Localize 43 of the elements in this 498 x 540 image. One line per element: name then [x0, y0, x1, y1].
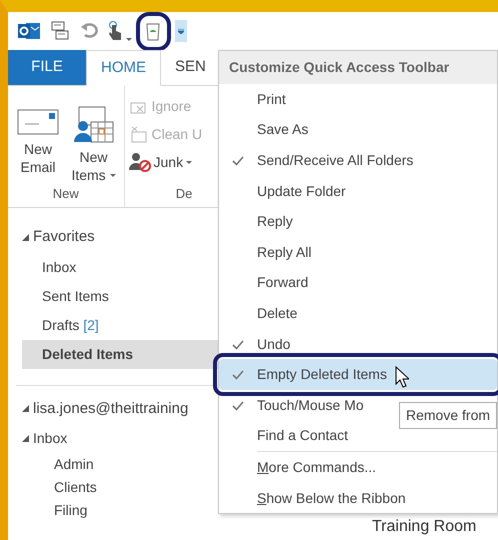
reading-pane-text: Training Room	[372, 516, 476, 536]
checkmark-icon	[232, 340, 244, 350]
menu-item[interactable]: Reply All	[219, 236, 497, 268]
clean-up-icon	[128, 125, 148, 143]
touch-hand-icon[interactable]	[108, 21, 122, 41]
undo-icon[interactable]	[80, 22, 98, 40]
menu-item[interactable]: Empty Deleted Items	[219, 359, 497, 390]
menu-item[interactable]: Reply	[219, 206, 497, 237]
expanded-triangle-icon[interactable]	[22, 234, 29, 241]
section-heading[interactable]: Favorites	[33, 226, 95, 248]
expanded-triangle-icon[interactable]	[22, 435, 29, 442]
caret-icon	[126, 38, 132, 41]
menu-item[interactable]: Send/Receive All Folders	[219, 145, 497, 176]
file-tab[interactable]: FILE	[8, 50, 86, 85]
trash-bin-icon[interactable]	[145, 21, 161, 41]
menu-item[interactable]: Delete	[219, 298, 497, 329]
menu-item[interactable]: Forward	[219, 268, 497, 298]
tooltip: Remove from	[399, 402, 498, 429]
ribbon-tab[interactable]: HOME	[86, 50, 161, 86]
mouse-pointer-icon	[395, 366, 409, 388]
menu-title: Customize Quick Access Toolbar	[219, 51, 497, 84]
contact-calendar-icon	[72, 106, 114, 144]
outlook-logo-icon[interactable]	[18, 21, 40, 41]
caret-icon	[178, 28, 184, 34]
expanded-triangle-icon[interactable]	[22, 405, 29, 412]
checkmark-icon	[232, 370, 244, 380]
unread-count: [2]	[83, 316, 99, 332]
customize-toolbar-button[interactable]	[174, 20, 186, 42]
checkmark-icon	[232, 156, 244, 166]
caret-icon	[110, 174, 116, 178]
send-receive-icon[interactable]	[50, 21, 70, 41]
group-label: New	[52, 184, 80, 203]
junk-icon	[128, 152, 150, 172]
envelope-button[interactable]: New Email	[12, 106, 64, 184]
caret-icon	[186, 160, 192, 164]
folder-item[interactable]: Inbox	[33, 428, 68, 449]
checkmark-icon	[232, 401, 244, 412]
group-label: De	[174, 184, 194, 202]
account-heading[interactable]: lisa.jones@theittraining	[33, 398, 188, 420]
contact-calendar-button[interactable]: New Items	[68, 106, 120, 184]
menu-item[interactable]: More Commands...	[219, 452, 497, 483]
menu-item[interactable]: Update Folder	[219, 176, 497, 206]
menu-item[interactable]: Show Below the Ribbon	[219, 482, 497, 514]
